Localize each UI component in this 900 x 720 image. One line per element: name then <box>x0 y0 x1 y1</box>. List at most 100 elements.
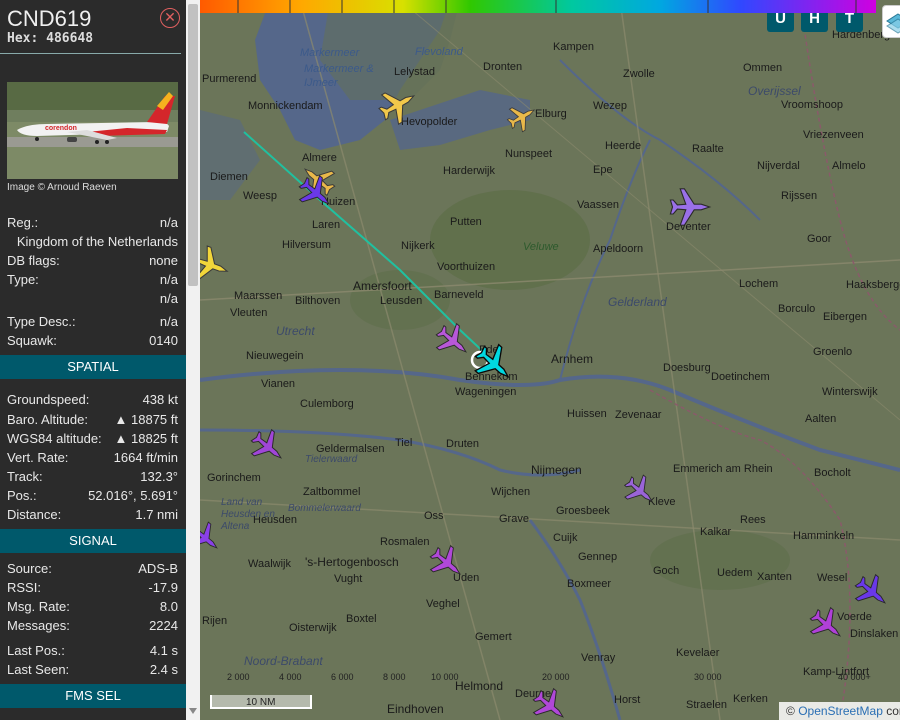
place-label: Cuijk <box>553 532 578 544</box>
scrollbar-thumb[interactable] <box>188 4 198 286</box>
place-label: Almelo <box>832 160 866 172</box>
signal-row: Messages: 2224 <box>7 618 178 633</box>
place-label: Vught <box>334 573 363 585</box>
region-label: Noord-Brabant <box>244 654 323 668</box>
detail-row-squawk: Squawk: 0140 <box>7 333 178 348</box>
place-label: Vriezenveen <box>803 129 864 141</box>
place-label: Putten <box>450 216 482 228</box>
place-label: Xanten <box>757 571 792 583</box>
place-label: Tiel <box>395 437 413 449</box>
spatial-row: WGS84 altitude: ▲ 18825 ft <box>7 431 178 446</box>
place-label: Ede <box>479 344 499 356</box>
place-label: Leusden <box>380 295 423 307</box>
place-label: Uden <box>453 572 480 584</box>
spatial-row: Vert. Rate: 1664 ft/min <box>7 450 178 465</box>
place-label: Oisterwijk <box>289 622 337 634</box>
place-label: Ommen <box>743 62 783 74</box>
place-label: Raalte <box>692 143 724 155</box>
altitude-tick-label: 10 000 <box>431 672 459 682</box>
place-label: Almere <box>302 152 337 164</box>
place-label: Bennekom <box>465 371 518 383</box>
place-label: Kampen <box>553 41 594 53</box>
region-label: Overijssel <box>748 84 801 98</box>
place-label: Kalkar <box>700 526 732 538</box>
region-label: Utrecht <box>276 324 315 338</box>
place-label: Gemert <box>475 631 512 643</box>
place-label: 's-Hertogenbosch <box>305 555 399 569</box>
water-label: Markermeer <box>300 47 360 59</box>
place-label: Epe <box>593 164 613 176</box>
place-label: Aalten <box>805 413 837 425</box>
livery-text: corendon <box>45 125 77 132</box>
altitude-tick-label: 6 000 <box>331 672 354 682</box>
aircraft-photo[interactable]: corendon <box>7 82 178 179</box>
place-label: Kleve <box>648 496 676 508</box>
place-label: Nieuwegein <box>246 350 304 362</box>
spatial-row: Baro. Altitude: ▲ 18875 ft <box>7 412 178 427</box>
place-label: Wageningen <box>455 386 517 398</box>
section-fms-sel[interactable]: FMS SEL <box>0 684 186 708</box>
place-label: Apeldoorn <box>593 243 644 255</box>
place-label: Nijverdal <box>757 160 800 172</box>
place-label: Vleuten <box>230 307 268 319</box>
attribution-prefix: © <box>786 704 795 718</box>
place-label: Weesp <box>243 190 278 202</box>
place-label: Hevopolder <box>401 116 458 128</box>
place-label: Horst <box>614 694 641 706</box>
detail-row-country: Kingdom of the Netherlands <box>16 234 178 249</box>
water-label: Flevoland <box>415 46 463 58</box>
place-label: Deurne <box>515 688 552 700</box>
place-label: Eibergen <box>823 311 868 323</box>
place-label: Huizen <box>321 196 356 208</box>
place-label: Heerde <box>605 140 642 152</box>
woods-label: Veluwe <box>523 241 559 253</box>
place-label: Kerken <box>733 693 768 705</box>
scroll-down-arrow-icon[interactable] <box>189 708 197 714</box>
callsign: CND619 <box>7 6 92 31</box>
place-label: Rijen <box>202 615 228 627</box>
place-label: Kevelaer <box>676 647 720 659</box>
place-label: Vroomshoop <box>781 99 843 111</box>
place-label: Venray <box>581 652 616 664</box>
place-label: Dinslaken <box>850 628 899 640</box>
place-label: Rijssen <box>781 190 818 202</box>
close-button[interactable]: ✕ <box>160 8 180 28</box>
detail-row-reg: Reg.: n/a <box>7 215 178 230</box>
spatial-row: Pos.: 52.016°, 5.691° <box>7 488 178 503</box>
hex-code: Hex: 486648 <box>7 31 94 46</box>
spatial-row: Distance: 1.7 nmi <box>7 507 178 522</box>
altitude-tick-label: 40 000+ <box>838 672 871 682</box>
section-spatial[interactable]: SPATIAL <box>0 355 186 379</box>
place-label: Wesel <box>817 572 848 584</box>
place-label: Zaltbommel <box>303 486 361 498</box>
openstreetmap-link[interactable]: OpenStreetMap <box>798 704 883 718</box>
place-label: Vaassen <box>577 199 619 211</box>
place-label: Lochem <box>739 278 779 290</box>
aircraft-info-panel: CND619 Hex: 486648 ✕ corendon Image © Ar… <box>0 0 200 720</box>
place-label: Wijchen <box>491 486 531 498</box>
place-label: Nunspeet <box>505 148 553 160</box>
place-label: Culemborg <box>300 398 354 410</box>
place-label: Laren <box>312 219 341 231</box>
place-label: Voorthuizen <box>437 261 496 273</box>
place-label: Hamminkeln <box>793 530 855 542</box>
section-signal[interactable]: SIGNAL <box>0 529 186 553</box>
place-label: Veghel <box>426 598 460 610</box>
place-label: Waalwijk <box>248 558 291 570</box>
water-label: Markermeer & IJmeer <box>304 63 374 89</box>
place-label: Goor <box>807 233 832 245</box>
place-label: Nijkerk <box>401 240 435 252</box>
place-label: Rosmalen <box>380 536 430 548</box>
detail-row-type-2: n/a <box>159 291 178 306</box>
altitude-tick-label: 2 000 <box>227 672 250 682</box>
place-label: Dronten <box>483 61 523 73</box>
place-label: Doetinchem <box>711 371 770 383</box>
altitude-legend-bar <box>200 0 876 13</box>
layers-button[interactable] <box>882 5 900 38</box>
attribution-suffix: contributors <box>886 704 900 718</box>
map-view[interactable]: Purmerend Monnickendam Lelystad Hevopold… <box>200 0 900 720</box>
place-label: Amersfoort <box>353 279 412 293</box>
place-label: Wezep <box>593 100 628 112</box>
place-label: Bocholt <box>814 467 851 479</box>
signal-row: Last Pos.: 4.1 s <box>7 643 178 658</box>
